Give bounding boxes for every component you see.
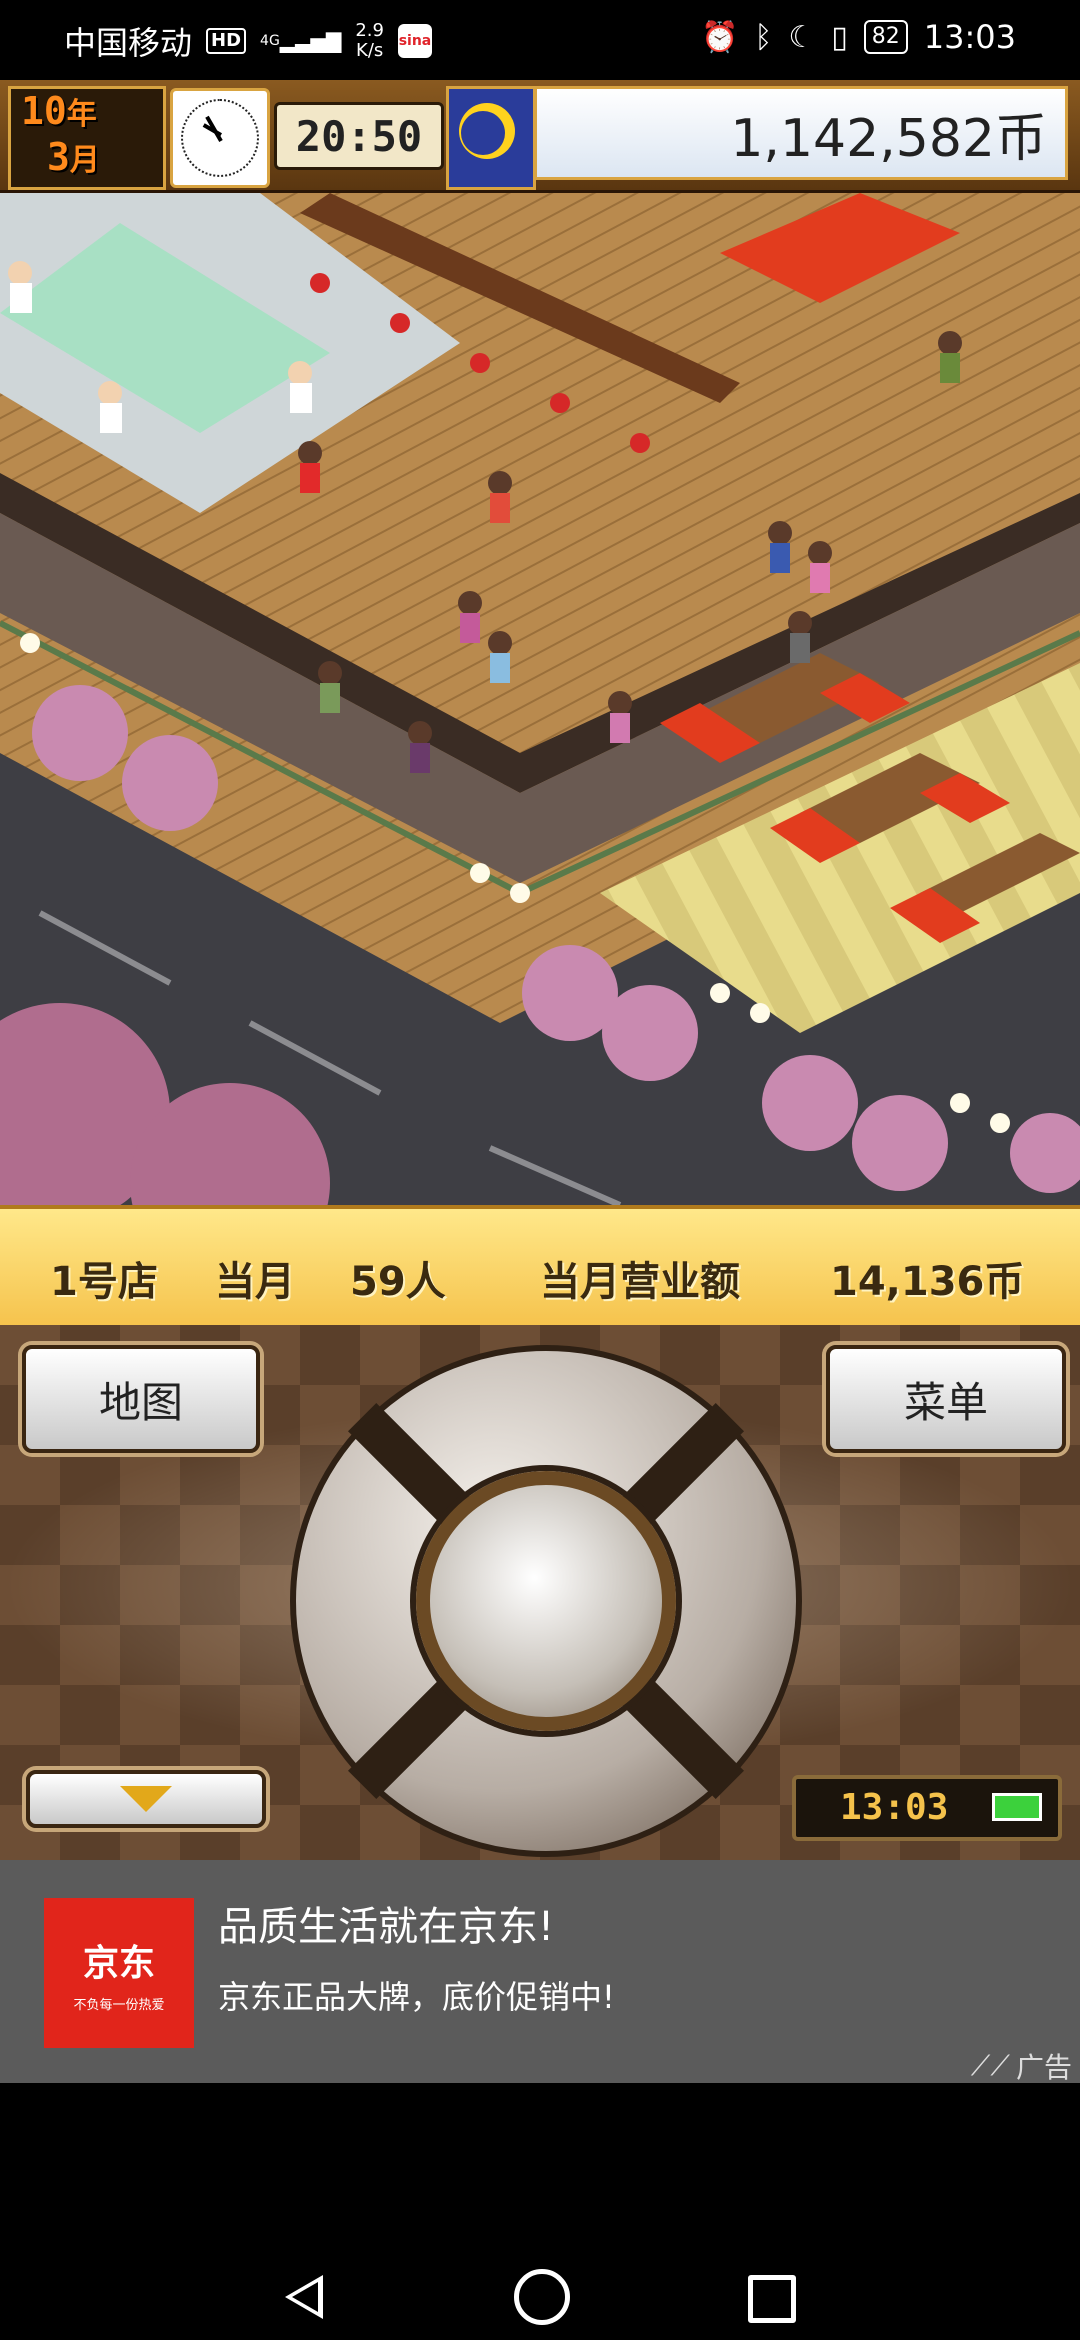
navigation-bar <box>0 2083 1080 2340</box>
weibo-icon: sina <box>397 24 432 58</box>
moon-icon: ☾ <box>788 19 816 55</box>
night-moon-icon <box>446 86 536 190</box>
map-button[interactable]: 地图 <box>22 1345 260 1453</box>
collapse-button[interactable] <box>26 1770 266 1828</box>
mini-clock: 13:03 <box>792 1775 1062 1841</box>
ad-logo-name: 京东 <box>82 1942 155 1984</box>
network-type: 4G <box>260 33 280 49</box>
year-number: 10 <box>21 89 67 133</box>
store-info-bar: 1号店 当月 59人 当月营业额 14,136币 <box>0 1205 1080 1333</box>
battery-icon <box>992 1793 1042 1821</box>
mini-clock-time: 13:03 <box>840 1787 949 1828</box>
hd-badge: HD <box>206 28 247 54</box>
date-display: 10年 3月 <box>8 86 166 190</box>
ad-logo-slogan: 不负每一份热爱 <box>73 1997 165 2013</box>
ad-title: 品质生活就在京东! <box>218 1904 555 1950</box>
alarm-icon: ⏰ <box>701 19 739 55</box>
home-icon[interactable] <box>514 2269 570 2325</box>
ad-badge-label: 广告 <box>1015 2051 1072 2084</box>
dpad-control[interactable] <box>290 1345 802 1857</box>
chevron-down-icon <box>120 1786 172 1812</box>
ad-subtitle: 京东正品大牌，底价促销中! <box>218 1978 615 2016</box>
game-time: 20:50 <box>274 102 444 170</box>
recents-icon[interactable] <box>748 2275 796 2323</box>
net-speed: 2.9 K/s <box>355 21 384 61</box>
vibrate-icon: ▯ <box>831 19 848 55</box>
controller-panel: 地图 菜单 13:03 <box>0 1325 1080 1860</box>
customer-count: 59人 <box>350 1259 446 1305</box>
signal-icon: 4G▂▃▅▇ <box>260 29 342 53</box>
ad-mark-icon: ⟋⟋ <box>970 2049 1010 2082</box>
money-display: 1,142,582币 <box>534 86 1068 180</box>
revenue-label: 当月营业额 <box>540 1259 740 1305</box>
status-bar: 中国移动 HD 4G▂▃▅▇ 2.9 K/s sina ⏰ ᛒ ☾ ▯ 82 1… <box>0 0 1080 80</box>
bluetooth-icon: ᛒ <box>754 19 773 55</box>
dpad-center-button[interactable] <box>416 1471 676 1731</box>
carrier-label: 中国移动 <box>64 24 193 62</box>
month-unit: 月 <box>69 143 100 178</box>
ad-banner[interactable]: 京东 不负每一份热爱 品质生活就在京东! 京东正品大牌，底价促销中! ⟋⟋ 广告 <box>0 1860 1080 2086</box>
menu-button[interactable]: 菜单 <box>826 1345 1066 1453</box>
month-label: 当月 <box>215 1259 295 1305</box>
net-speed-unit: K/s <box>356 40 384 61</box>
status-time: 13:03 <box>923 18 1016 56</box>
clock-icon <box>170 88 270 188</box>
jd-logo: 京东 不负每一份热爱 <box>44 1898 194 2048</box>
restaurant-scene[interactable] <box>0 193 1080 1205</box>
battery-indicator: 82 <box>863 20 908 54</box>
year-unit: 年 <box>66 97 97 132</box>
store-name: 1号店 <box>50 1259 158 1305</box>
ad-badge: ⟋⟋ 广告 <box>971 2046 1072 2086</box>
top-hud: 10年 3月 20:50 1,142,582币 <box>0 80 1080 193</box>
monthly-revenue: 14,136币 <box>830 1259 1025 1305</box>
game-screen[interactable]: 10年 3月 20:50 1,142,582币 1号店 当月 59人 当月营业额… <box>0 80 1080 1860</box>
month-number: 3 <box>47 135 70 179</box>
net-speed-value: 2.9 <box>355 20 384 41</box>
